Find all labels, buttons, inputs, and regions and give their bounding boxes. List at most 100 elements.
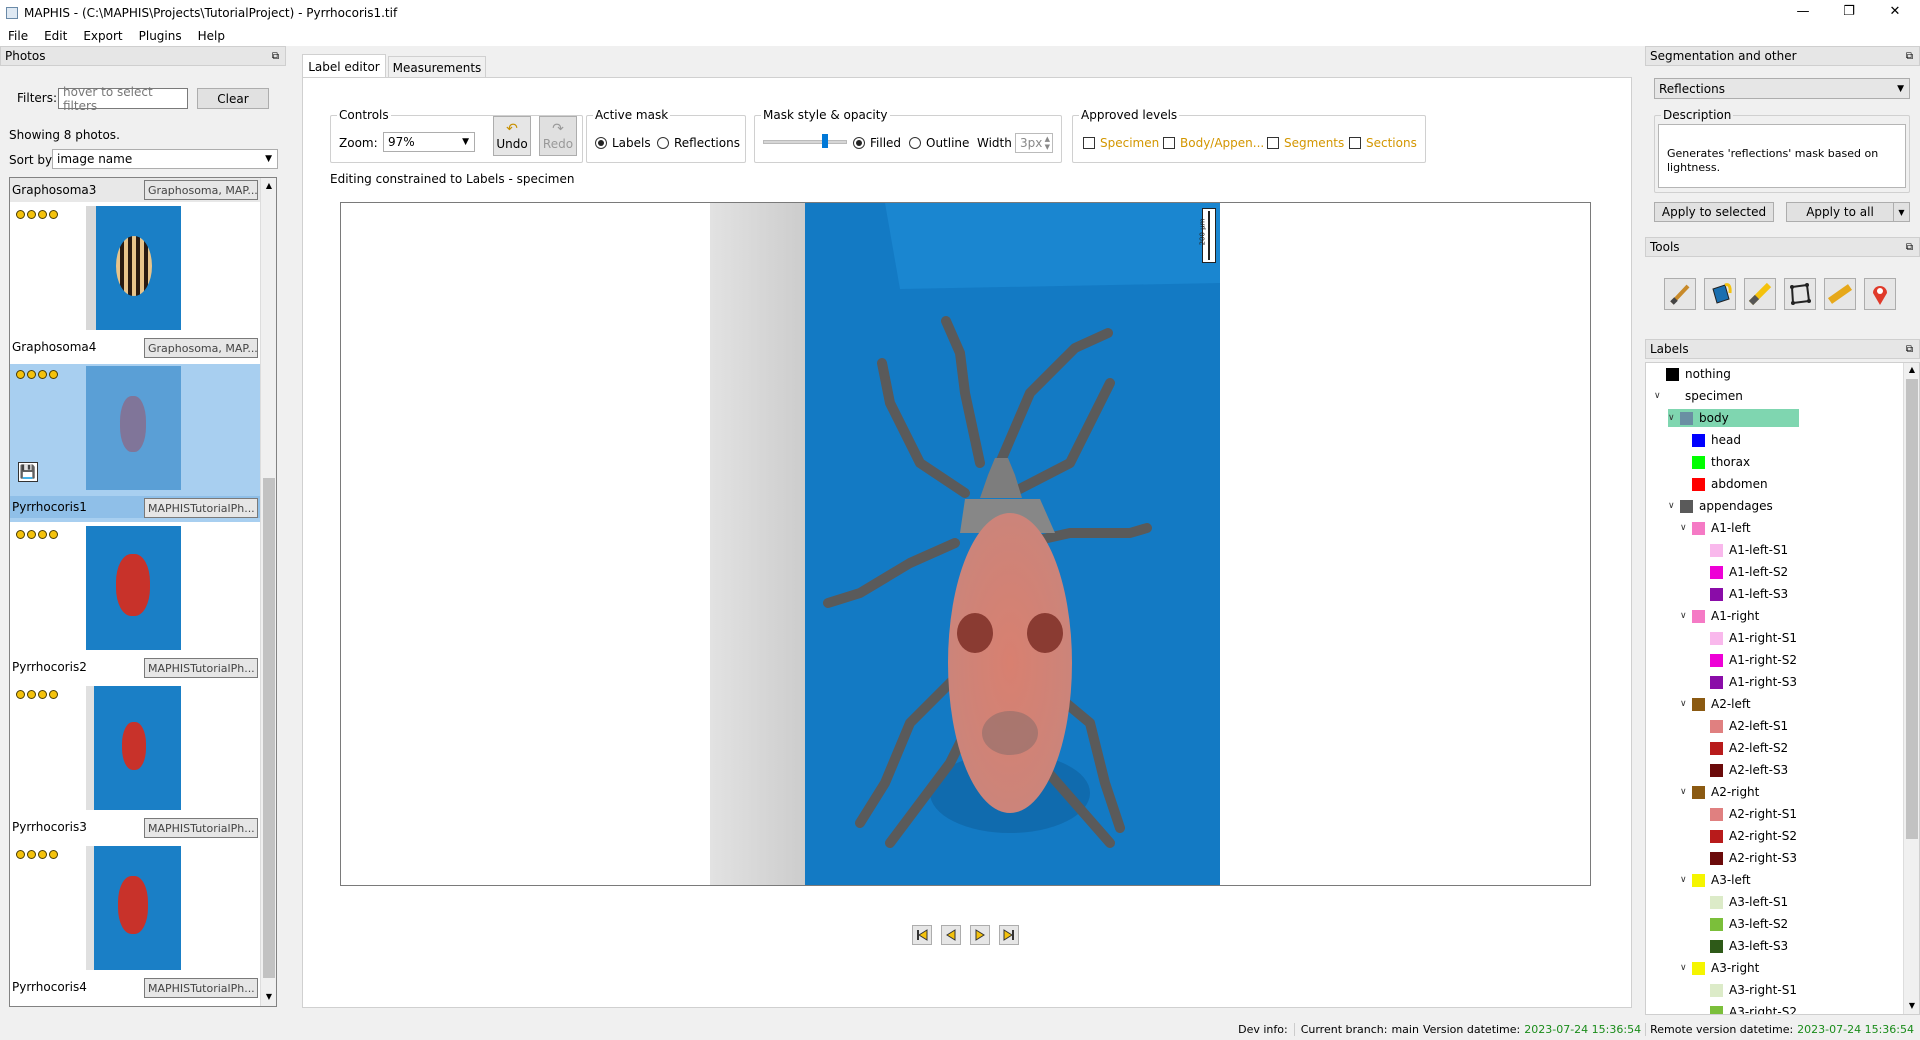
label-item[interactable]: A2-left-S2 <box>1698 739 1788 757</box>
menu-file[interactable]: File <box>0 29 36 43</box>
filters-input[interactable]: hover to select filters <box>58 85 188 113</box>
label-item[interactable]: ∨ A3-left <box>1680 871 1751 889</box>
tab-measurements[interactable]: Measurements <box>388 56 486 78</box>
undo-button[interactable]: ↶ Undo <box>493 116 531 156</box>
expand-arrow-icon[interactable]: ∨ <box>1668 501 1680 511</box>
label-item[interactable]: A1-left-S3 <box>1698 585 1788 603</box>
segmentation-method-select[interactable]: Reflections ▼ <box>1654 78 1910 99</box>
label-item[interactable]: ∨ A2-left <box>1680 695 1751 713</box>
scroll-thumb[interactable] <box>1906 379 1918 839</box>
photo-item-top[interactable]: Graphosoma3 Graphosoma, MAP... <box>10 178 260 202</box>
label-item[interactable]: A2-right-S1 <box>1698 805 1797 823</box>
label-item[interactable]: A2-right-S3 <box>1698 849 1797 867</box>
menu-plugins[interactable]: Plugins <box>131 29 190 43</box>
scroll-down-icon[interactable]: ▼ <box>261 989 276 1005</box>
bucket-icon[interactable] <box>1704 278 1736 310</box>
scroll-thumb[interactable] <box>263 478 275 978</box>
photo-list[interactable]: Graphosoma3 Graphosoma, MAP... Graphosom… <box>9 177 277 1007</box>
scroll-down-icon[interactable]: ▼ <box>1904 999 1920 1013</box>
outline-radio[interactable]: Outline <box>909 136 969 150</box>
apply-to-selected-button[interactable]: Apply to selected <box>1654 202 1774 222</box>
labels-tree[interactable]: nothing ∨ specimen ∨ body head thorax abdomen ∨ a… <box>1645 362 1920 1015</box>
redo-button[interactable]: ↷ Redo <box>539 116 577 156</box>
expand-arrow-icon[interactable]: ∨ <box>1680 875 1692 885</box>
spin-arrows-icon[interactable]: ▲ ▼ <box>1045 135 1050 151</box>
label-item[interactable]: abdomen <box>1680 475 1768 493</box>
last-photo-icon[interactable] <box>999 925 1019 945</box>
label-item[interactable]: ∨ specimen <box>1654 387 1743 405</box>
label-item[interactable]: A3-left-S3 <box>1698 937 1788 955</box>
label-item[interactable]: A2-left-S1 <box>1698 717 1788 735</box>
float-icon[interactable]: ⧉ <box>1906 344 1913 355</box>
label-item[interactable]: A1-right-S3 <box>1698 673 1797 691</box>
label-item[interactable]: A2-right-S2 <box>1698 827 1797 845</box>
maximize-button[interactable]: ❐ <box>1826 0 1872 22</box>
label-item[interactable]: head <box>1680 431 1741 449</box>
expand-arrow-icon[interactable]: ∨ <box>1680 963 1692 973</box>
labels-radio[interactable]: Labels <box>595 136 651 150</box>
photo-item[interactable]: Graphosoma4 Graphosoma, MAP... <box>10 204 260 362</box>
width-spinbox[interactable]: 3px ▲ ▼ <box>1015 133 1053 153</box>
label-item[interactable]: A1-left-S2 <box>1698 563 1788 581</box>
level-segments-checkbox[interactable]: Segments <box>1267 136 1344 150</box>
previous-photo-icon[interactable] <box>941 925 961 945</box>
minimize-button[interactable]: — <box>1780 0 1826 22</box>
apply-to-all-button[interactable]: Apply to all <box>1786 202 1894 222</box>
menu-help[interactable]: Help <box>190 29 233 43</box>
level-specimen-checkbox[interactable]: Specimen <box>1083 136 1159 150</box>
label-item[interactable]: nothing <box>1654 365 1731 383</box>
brush-icon[interactable] <box>1664 278 1696 310</box>
expand-arrow-icon[interactable]: ∨ <box>1680 699 1692 709</box>
expand-arrow-icon[interactable]: ∨ <box>1668 413 1680 423</box>
label-item[interactable]: A1-right-S1 <box>1698 629 1797 647</box>
slider-handle[interactable] <box>822 134 828 148</box>
tab-label-editor[interactable]: Label editor <box>302 54 386 78</box>
sort-select[interactable]: image name ▼ <box>52 149 278 169</box>
expand-arrow-icon[interactable]: ∨ <box>1680 523 1692 533</box>
label-item[interactable]: ∨ body <box>1668 409 1799 427</box>
expand-arrow-icon[interactable]: ∨ <box>1680 787 1692 797</box>
labels-scrollbar[interactable]: ▲ ▼ <box>1903 363 1919 1014</box>
level-sections-checkbox[interactable]: Sections <box>1349 136 1417 150</box>
photo-item[interactable]: Pyrrhocoris3 MAPHISTutorialPh... <box>10 684 260 842</box>
scroll-up-icon[interactable]: ▲ <box>261 178 276 194</box>
first-photo-icon[interactable] <box>912 925 932 945</box>
expand-arrow-icon[interactable]: ∨ <box>1680 611 1692 621</box>
photo-item[interactable]: Pyrrhocoris2 MAPHISTutorialPh... <box>10 524 260 682</box>
expand-arrow-icon[interactable]: ∨ <box>1654 391 1666 401</box>
photo-item[interactable]: Pyrrhocoris4 MAPHISTutorialPh... <box>10 844 260 1002</box>
label-item[interactable]: A3-right-S1 <box>1698 981 1797 999</box>
label-item[interactable]: A2-left-S3 <box>1698 761 1788 779</box>
float-icon[interactable]: ⧉ <box>1906 242 1913 253</box>
clear-button[interactable]: Clear <box>197 88 269 109</box>
float-icon[interactable]: ⧉ <box>1906 51 1913 62</box>
label-item[interactable]: ∨ appendages <box>1668 497 1773 515</box>
label-item[interactable]: thorax <box>1680 453 1750 471</box>
menu-edit[interactable]: Edit <box>36 29 75 43</box>
apply-dropdown-icon[interactable]: ▼ <box>1893 202 1910 222</box>
label-item[interactable]: A3-right-S2 <box>1698 1003 1797 1014</box>
menu-export[interactable]: Export <box>75 29 130 43</box>
label-item[interactable]: ∨ A3-right <box>1680 959 1759 977</box>
label-item[interactable]: A1-right-S2 <box>1698 651 1797 669</box>
label-item[interactable]: ∨ A2-right <box>1680 783 1759 801</box>
reflections-radio[interactable]: Reflections <box>657 136 740 150</box>
close-button[interactable]: ✕ <box>1872 0 1918 22</box>
label-item[interactable]: ∨ A1-left <box>1680 519 1751 537</box>
float-icon[interactable]: ⧉ <box>272 51 279 62</box>
label-item[interactable]: A1-left-S1 <box>1698 541 1788 559</box>
image-canvas[interactable]: 200 µm <box>340 202 1591 886</box>
polygon-icon[interactable] <box>1784 278 1816 310</box>
photo-item-selected[interactable]: 💾 Pyrrhocoris1 MAPHISTutorialPh... <box>10 364 260 522</box>
label-item[interactable]: A3-left-S1 <box>1698 893 1788 911</box>
pin-icon[interactable] <box>1864 278 1896 310</box>
photo-list-scrollbar[interactable]: ▲ ▼ <box>260 178 276 1006</box>
opacity-slider[interactable] <box>763 134 847 148</box>
next-photo-icon[interactable] <box>970 925 990 945</box>
ruler-icon[interactable] <box>1824 278 1856 310</box>
knife-icon[interactable] <box>1744 278 1776 310</box>
label-item[interactable]: ∨ A1-right <box>1680 607 1759 625</box>
filled-radio[interactable]: Filled <box>853 136 901 150</box>
zoom-select[interactable]: 97% ▼ <box>383 132 475 152</box>
scroll-up-icon[interactable]: ▲ <box>1904 363 1920 377</box>
